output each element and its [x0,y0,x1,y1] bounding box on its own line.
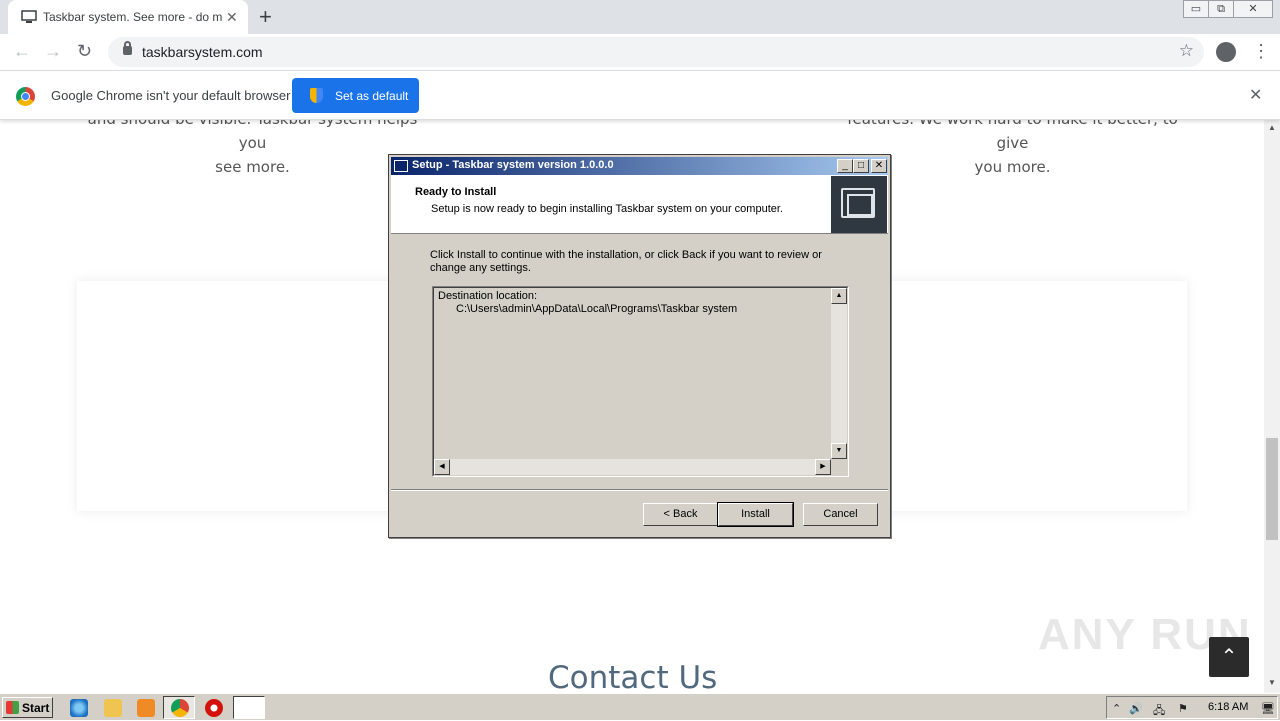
dialog-title: Setup - Taskbar system version 1.0.0.0 [412,159,614,171]
feature-text-left-line1: and should be visible. Taskbar system he… [88,120,418,152]
chrome-icon [171,699,189,717]
reload-icon[interactable]: ↻ [77,41,92,62]
page-subheading: Setup is now ready to begin installing T… [431,203,783,215]
scroll-down-arrow-icon[interactable]: ▼ [1268,678,1276,687]
feature-text-right-line1: features. We work hard to make it better… [847,120,1178,152]
page-scrollbar[interactable]: ▲ ▼ [1264,120,1280,693]
default-browser-infobar: Google Chrome isn't your default browser… [0,70,1280,120]
folder-icon[interactable] [104,699,122,717]
wizard-monitor-icon [831,176,887,233]
destination-path: C:\Users\admin\AppData\Local\Programs\Ta… [456,303,738,315]
dialog-header: Ready to Install Setup is now ready to b… [391,175,888,234]
scroll-up-arrow-icon[interactable]: ▲ [1268,123,1276,132]
feature-text-right-line2: you more. [974,158,1051,176]
tab-taskbar-system[interactable]: Taskbar system. See more - do more ✕ [8,0,248,34]
dialog-titlebar[interactable]: Setup - Taskbar system version 1.0.0.0 _… [391,157,888,175]
install-button[interactable]: Install [717,502,794,527]
bookmark-star-icon[interactable]: ☆ [1179,41,1194,61]
media-player-icon[interactable] [137,699,155,717]
tab-close-icon[interactable]: ✕ [226,9,238,26]
start-label: Start [22,701,50,715]
set-as-default-button[interactable]: Set as default [292,78,419,113]
chrome-taskbar-button[interactable] [163,696,195,719]
opera-icon[interactable] [205,699,223,717]
back-to-top-button[interactable]: ⌃ [1209,637,1249,677]
set-as-default-label: Set as default [335,89,409,103]
internet-explorer-icon[interactable] [70,699,88,717]
page-heading: Ready to Install [415,186,497,198]
volume-icon[interactable]: 🔊 [1129,702,1143,715]
restore-button[interactable]: ⧉ [1208,0,1234,18]
tab-title: Taskbar system. See more - do more [43,10,223,24]
windows-taskbar: Start ⌃ 🔊 🖧 ⚑ 6:18 AM 🖥 [0,693,1280,720]
minimize-button[interactable]: ▭ [1183,0,1209,18]
address-bar[interactable]: taskbarsystem.com ☆ [108,37,1204,67]
memo-scroll-right-icon[interactable]: ▶ [815,459,831,475]
feature-text-right: features. We work hard to make it better… [840,120,1185,179]
button-separator [391,489,888,491]
dialog-minimize-button[interactable]: _ [837,159,853,173]
infobar-message: Google Chrome isn't your default browser [51,88,291,103]
action-center-flag-icon[interactable]: ⚑ [1178,702,1188,715]
start-button[interactable]: Start [2,697,53,718]
memo-scroll-left-icon[interactable]: ◀ [434,459,450,475]
setup-taskbar-button[interactable] [233,696,265,719]
browser-toolbar: ← → ↻ taskbarsystem.com ☆ ⋮ [0,34,1280,70]
contact-heading: Contact Us [548,660,718,693]
windows-flag-icon [6,701,19,714]
lock-icon[interactable] [123,41,132,55]
dialog-close-button[interactable]: ✕ [871,159,887,173]
profile-avatar-icon[interactable] [1216,42,1236,62]
instructions-text: Click Install to continue with the insta… [430,249,822,274]
network-icon[interactable]: 🖧 [1153,702,1165,721]
close-window-button[interactable]: ✕ [1233,0,1273,18]
new-tab-button[interactable]: + [259,4,272,30]
monitor-shape [841,188,875,218]
back-icon[interactable]: ← [13,41,31,62]
memo-scroll-up-icon[interactable]: ▲ [831,288,847,304]
feature-text-left: and should be visible. Taskbar system he… [80,120,425,179]
infobar-close-icon[interactable]: ✕ [1249,85,1262,105]
dialog-maximize-button[interactable]: □ [853,159,869,173]
memo-horizontal-scrollbar[interactable]: ◀ ▶ [434,459,831,475]
url-text[interactable]: taskbarsystem.com [142,44,263,60]
setup-monitor-icon [394,160,408,172]
chrome-logo-icon [16,87,35,106]
page-scroll-thumb[interactable] [1266,438,1278,540]
system-tray: ⌃ 🔊 🖧 ⚑ 6:18 AM 🖥 [1106,696,1278,719]
memo-vertical-scrollbar[interactable]: ▲ ▼ [831,288,847,459]
menu-icon[interactable]: ⋮ [1252,41,1270,62]
monitor-icon [21,10,37,23]
destination-label: Destination location: [438,290,538,302]
setup-dialog: Setup - Taskbar system version 1.0.0.0 _… [388,154,891,538]
tray-expand-icon[interactable]: ⌃ [1112,702,1121,715]
memo-inner: Destination location: C:\Users\admin\App… [433,287,848,476]
ready-memo-box[interactable]: Destination location: C:\Users\admin\App… [432,286,849,477]
browser-tab-strip: Taskbar system. See more - do more ✕ + ▭… [0,0,1280,34]
forward-icon[interactable]: → [44,41,62,62]
memo-scroll-down-icon[interactable]: ▼ [831,443,847,459]
back-button[interactable]: < Back [643,503,718,526]
show-desktop-icon[interactable]: 🖥 [1261,702,1275,715]
cancel-button[interactable]: Cancel [803,503,878,526]
taskbar-clock[interactable]: 6:18 AM [1208,701,1248,713]
uac-shield-icon [310,88,323,103]
feature-text-left-line2: see more. [215,158,290,176]
